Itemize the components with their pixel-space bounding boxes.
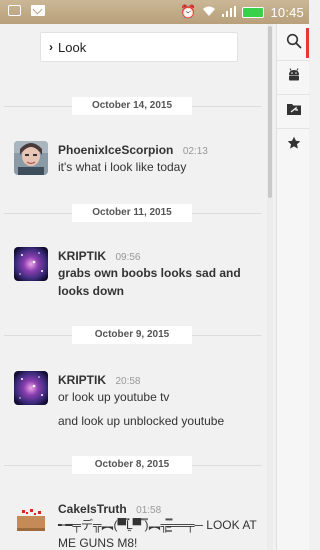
date-label: October 8, 2015 (72, 456, 192, 474)
date-label: October 9, 2015 (72, 326, 192, 344)
avatar[interactable] (14, 247, 48, 281)
message-text: grabs own boobs looks sad and looks down (58, 266, 241, 298)
message-author[interactable]: CakeIsTruth (58, 502, 127, 516)
date-label: October 14, 2015 (72, 97, 192, 115)
avatar[interactable] (14, 141, 48, 175)
mail-notification-icon (31, 5, 45, 16)
message-time: 09:56 (115, 252, 141, 263)
alarm-icon: ⏰ (180, 4, 197, 19)
chevron-right-icon: › (49, 40, 53, 54)
scrollbar-thumb[interactable] (268, 26, 272, 198)
status-bar: ⏰ 10:45 (0, 0, 309, 24)
message-text: and look up unblocked youtube (58, 414, 225, 428)
android-icon (286, 67, 302, 88)
battery-icon (242, 6, 265, 18)
folder-share-icon (286, 102, 302, 121)
search-button[interactable] (277, 28, 310, 58)
android-button[interactable] (277, 62, 310, 92)
message-time: 01:58 (136, 505, 162, 516)
signal-icon (222, 5, 237, 20)
search-icon (286, 33, 302, 54)
avatar[interactable] (14, 500, 48, 534)
search-input[interactable]: › Look (40, 32, 238, 62)
clock: 10:45 (270, 4, 304, 20)
message-time: 20:58 (115, 376, 141, 387)
message-author[interactable]: KRIPTIK (58, 249, 106, 263)
message-text: or look up youtube tv (58, 390, 170, 404)
message-author[interactable]: KRIPTIK (58, 373, 106, 387)
date-label: October 11, 2015 (72, 204, 192, 222)
search-query: Look (58, 39, 87, 55)
scrollbar[interactable] (267, 24, 273, 550)
message-text: ╾━╤デ╦︻(▀̿Ĺ̯▀̿ ̿)︻╦̵̵͇̿̿̿̿══╤─ LOOK AT ME… (58, 518, 257, 550)
message-time: 02:13 (182, 146, 208, 157)
gallery-notification-icon (8, 5, 21, 16)
message-text: it's what i look like today (58, 160, 187, 174)
starred-button[interactable] (277, 130, 310, 160)
wifi-icon (202, 5, 216, 20)
message-author[interactable]: PhoenixIceScorpion (58, 143, 173, 157)
star-icon (287, 136, 301, 155)
avatar[interactable] (14, 371, 48, 405)
right-toolbar (276, 24, 310, 550)
folders-button[interactable] (277, 96, 310, 126)
